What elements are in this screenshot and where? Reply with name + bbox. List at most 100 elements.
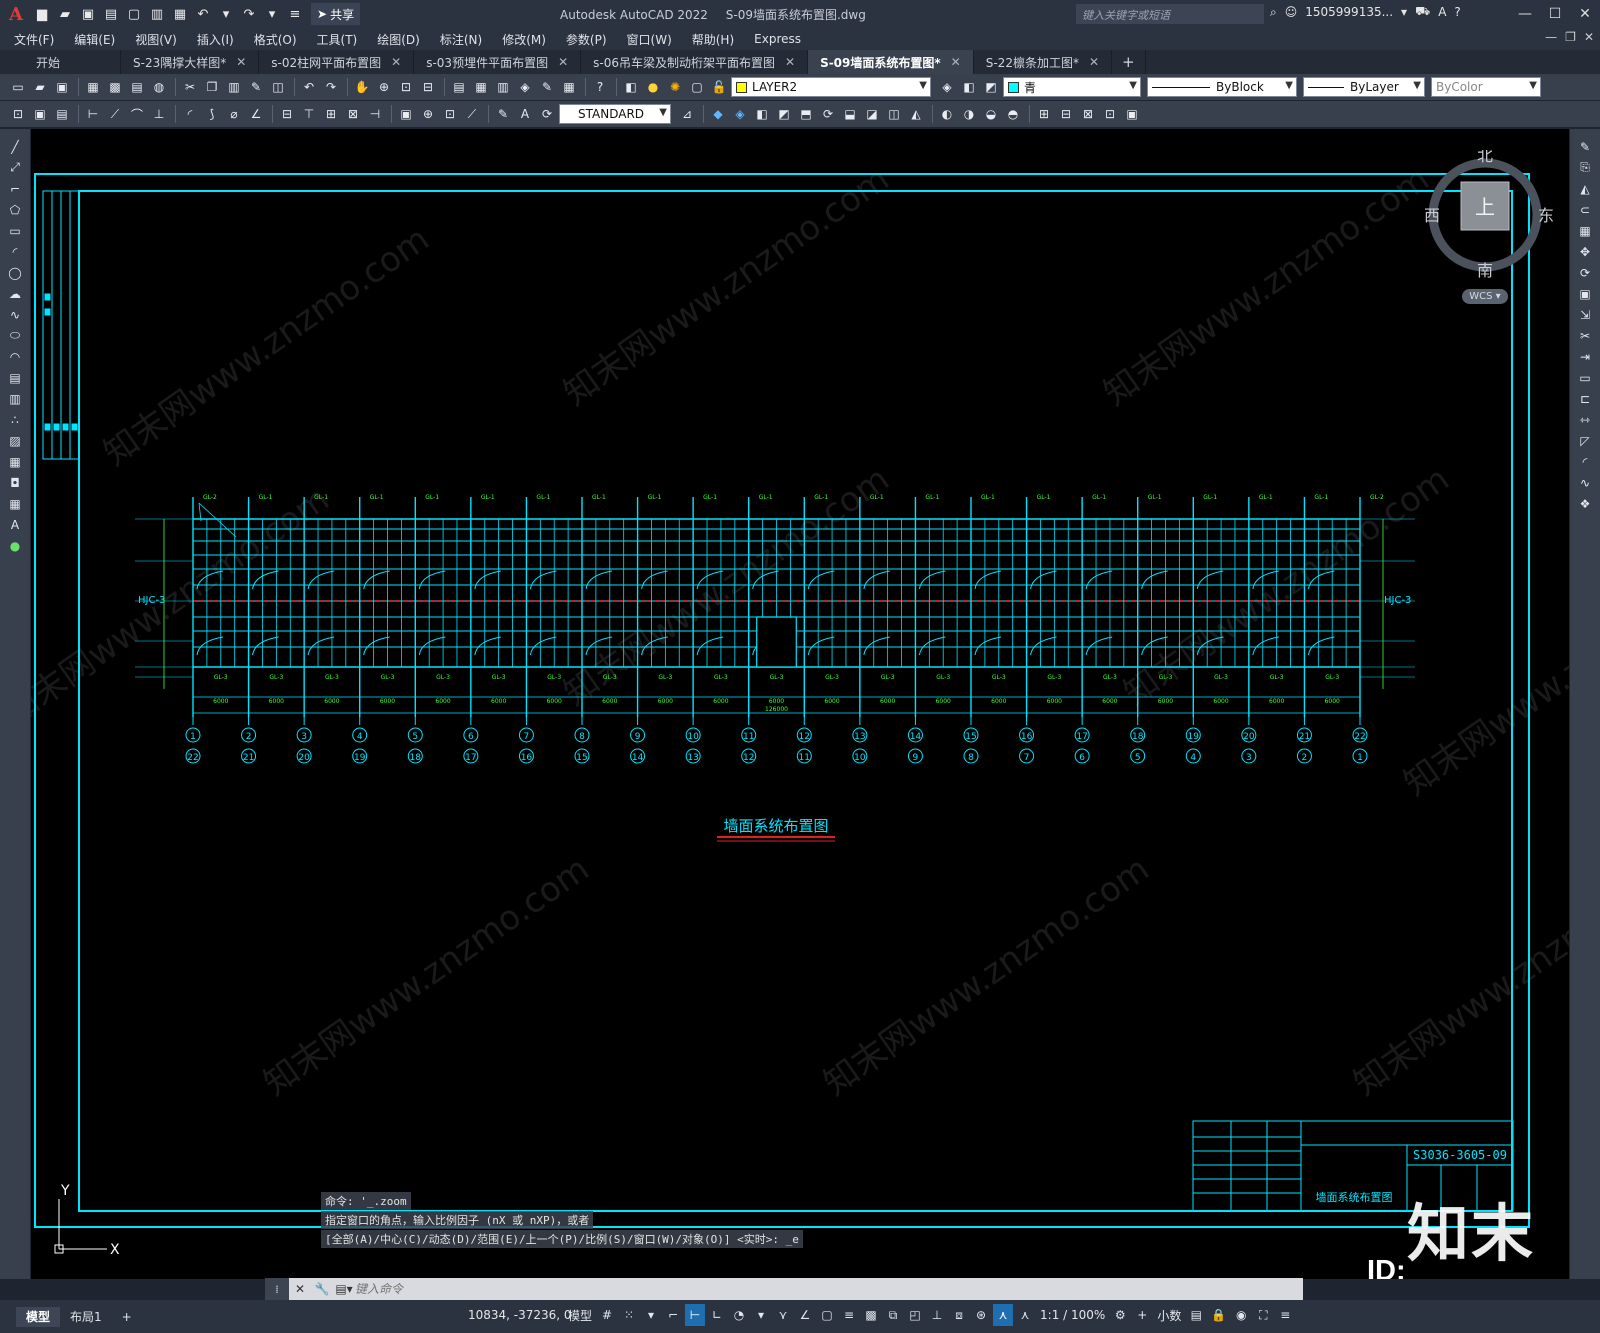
tab-close-icon[interactable]: ✕ xyxy=(236,55,246,69)
lineweight-dropdown[interactable]: ByLayer ▼ xyxy=(1303,77,1425,97)
pan-icon[interactable]: ✋ xyxy=(352,77,372,97)
menu-express[interactable]: Express xyxy=(754,32,801,46)
join-icon[interactable]: ⇿ xyxy=(1575,410,1595,429)
menu-file[interactable]: 文件(F) xyxy=(14,31,54,48)
make-block-icon[interactable]: ▥ xyxy=(5,389,25,408)
cart-icon[interactable]: ⛟ xyxy=(1415,4,1430,20)
ucs-icon[interactable]: ⊞ xyxy=(1034,104,1054,124)
new-tab-icon[interactable]: + xyxy=(1112,50,1146,74)
maximize-icon[interactable]: ☐ xyxy=(1540,0,1570,28)
menu-insert[interactable]: 插入(I) xyxy=(197,31,234,48)
dim-ordinate-icon[interactable]: ⊥ xyxy=(149,104,169,124)
auto-scale-icon[interactable]: ⋏ xyxy=(1015,1304,1035,1326)
quick-dimension-icon[interactable]: ⊟ xyxy=(277,104,297,124)
multiline-text-icon[interactable]: A xyxy=(5,515,25,534)
clean-screen-icon[interactable]: ⛶ xyxy=(1253,1304,1273,1326)
tool-palettes-icon[interactable]: ▥ xyxy=(493,77,513,97)
compass-north[interactable]: 北 xyxy=(1477,150,1493,165)
annotation-scale[interactable]: 1:1 / 100% xyxy=(1037,1304,1108,1326)
ucs-face-icon[interactable]: ⊡ xyxy=(1100,104,1120,124)
dim-arc-icon[interactable]: ⌒ xyxy=(127,104,147,124)
materials-icon[interactable]: ◒ xyxy=(981,104,1001,124)
layer-thaw-icon[interactable]: ✺ xyxy=(665,77,685,97)
user-dropdown-icon[interactable]: ▾ xyxy=(1401,5,1407,19)
dynamic-input-icon[interactable]: ⊢ xyxy=(685,1304,706,1326)
units-button[interactable]: 小数 xyxy=(1154,1304,1184,1326)
tab-start[interactable]: 开始 xyxy=(24,50,122,74)
dim-continue-icon[interactable]: ⊞ xyxy=(321,104,341,124)
isolate-objects-icon[interactable]: ◉ xyxy=(1231,1304,1251,1326)
wcs-menu-button[interactable]: WCS ▾ xyxy=(1462,289,1508,304)
plot-preview-icon[interactable]: ▩ xyxy=(105,77,125,97)
dim-baseline-icon[interactable]: ⊤ xyxy=(299,104,319,124)
tab-s06[interactable]: s-06吊车梁及制动桁架平面布置图 ✕ xyxy=(581,50,809,74)
layer-lock-icon[interactable]: 🔓 xyxy=(709,77,729,97)
interfere-icon[interactable]: ◫ xyxy=(884,104,904,124)
polyline-icon[interactable]: ⌐ xyxy=(5,179,25,198)
inspect-icon[interactable]: ⊡ xyxy=(440,104,460,124)
menu-edit[interactable]: 编辑(E) xyxy=(74,31,115,48)
stretch-icon[interactable]: ⇲ xyxy=(1575,305,1595,324)
save-as-icon[interactable]: ▤ xyxy=(101,5,121,23)
calculator-icon[interactable]: ▦ xyxy=(559,77,579,97)
layer-vp-icon[interactable]: ▢ xyxy=(687,77,707,97)
dim-aligned-icon[interactable]: ⟋ xyxy=(105,104,125,124)
open-file-icon[interactable]: ▰ xyxy=(55,5,75,23)
layer-dropdown[interactable]: LAYER2 ▼ xyxy=(731,77,931,97)
grip-icon[interactable]: ⁞ xyxy=(265,1278,289,1300)
open-icon[interactable]: ▰ xyxy=(30,77,50,97)
doc-minimize-icon[interactable]: — xyxy=(1545,30,1557,44)
polar-dropdown-icon[interactable]: ▾ xyxy=(751,1304,771,1326)
hatch-icon[interactable]: ▨ xyxy=(5,431,25,450)
extrude-icon[interactable]: ⬒ xyxy=(796,104,816,124)
table-icon[interactable]: ▦ xyxy=(5,494,25,513)
revolve-icon[interactable]: ⟳ xyxy=(818,104,838,124)
add-selected-icon[interactable]: ● xyxy=(5,536,25,555)
center-mark-icon[interactable]: ⊕ xyxy=(418,104,438,124)
menu-modify[interactable]: 修改(M) xyxy=(502,31,546,48)
save-icon[interactable]: ▣ xyxy=(78,5,98,23)
otrack-icon[interactable]: ∠ xyxy=(795,1304,815,1326)
tab-close-icon[interactable]: ✕ xyxy=(951,55,961,69)
customization-icon[interactable]: ≡ xyxy=(1275,1304,1295,1326)
union-icon[interactable]: ◈ xyxy=(730,104,750,124)
ellipse-arc-icon[interactable]: ◠ xyxy=(5,347,25,366)
lock-ui-icon[interactable]: 🔒 xyxy=(1208,1304,1229,1326)
break-icon[interactable]: ⊏ xyxy=(1575,389,1595,408)
array-icon[interactable]: ▦ xyxy=(1575,221,1595,240)
model-space-button[interactable]: 模型 xyxy=(565,1304,595,1326)
search-icon[interactable]: ⌕ xyxy=(1270,5,1277,20)
insert-block-icon[interactable]: ▤ xyxy=(5,368,25,387)
add-layout-icon[interactable]: + xyxy=(112,1307,142,1327)
menu-tools[interactable]: 工具(T) xyxy=(317,31,358,48)
customize-qat-icon[interactable]: ≡ xyxy=(285,5,305,23)
sheet-set-icon[interactable]: ◈ xyxy=(515,77,535,97)
dim-diameter-icon[interactable]: ⌀ xyxy=(224,104,244,124)
doc-restore-icon[interactable]: ❐ xyxy=(1565,30,1576,44)
tab-s22[interactable]: S-22檩条加工图* ✕ xyxy=(974,50,1113,74)
zoom-previous-icon[interactable]: ⊟ xyxy=(418,77,438,97)
save-icon[interactable]: ▣ xyxy=(52,77,72,97)
ucs-world-icon[interactable]: ⊟ xyxy=(1056,104,1076,124)
coordinates-readout[interactable]: 10834, -37236, 0 xyxy=(468,1308,572,1322)
tab-s09[interactable]: S-09墙面系统布置图* ✕ xyxy=(808,50,974,74)
compass-east[interactable]: 东 xyxy=(1538,206,1554,225)
ucs-object-icon[interactable]: ⊠ xyxy=(1078,104,1098,124)
polygon-icon[interactable]: ⬠ xyxy=(5,200,25,219)
gradient-icon[interactable]: ▦ xyxy=(5,452,25,471)
solidedit-icon[interactable]: ◭ xyxy=(906,104,926,124)
gizmo-icon[interactable]: ⊛ xyxy=(971,1304,991,1326)
share-button[interactable]: ➤ 共享 xyxy=(311,3,361,25)
match-properties-icon[interactable]: ✎ xyxy=(246,77,266,97)
undo-dropdown-icon[interactable]: ▾ xyxy=(216,5,236,23)
recent-commands-icon[interactable]: ▤▾ xyxy=(333,1278,355,1300)
menu-draw[interactable]: 绘图(D) xyxy=(377,31,420,48)
selection-filter-icon[interactable]: ⧈ xyxy=(949,1304,969,1326)
design-center-icon[interactable]: ▦ xyxy=(471,77,491,97)
subtract-icon[interactable]: ◧ xyxy=(752,104,772,124)
autodesk-account-icon[interactable]: A xyxy=(1438,5,1446,19)
infer-constraints-icon[interactable]: ⌐ xyxy=(663,1304,683,1326)
jogged-linear-icon[interactable]: ⟋ xyxy=(462,104,482,124)
plot-icon[interactable]: ▦ xyxy=(170,5,190,23)
dynamic-ucs-icon[interactable]: ⊥ xyxy=(927,1304,947,1326)
